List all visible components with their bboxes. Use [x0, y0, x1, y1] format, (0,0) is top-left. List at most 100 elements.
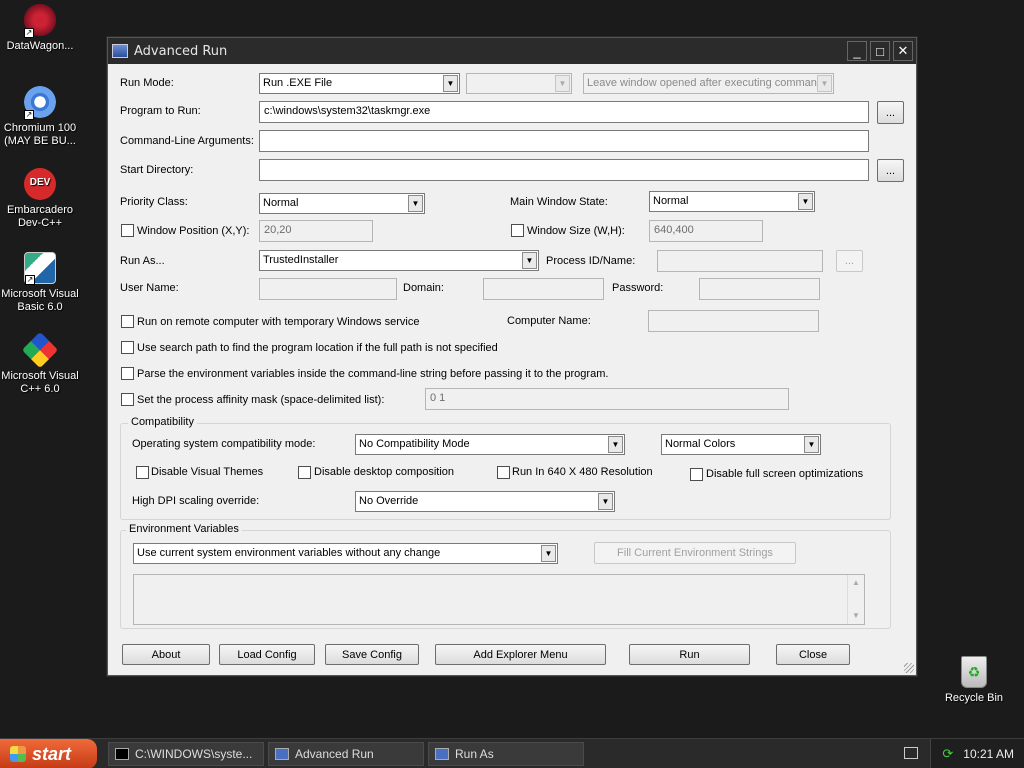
procid-input	[657, 250, 823, 272]
mainwin-label: Main Window State:	[510, 196, 608, 208]
remote-checkbox[interactable]	[121, 315, 134, 328]
disable-fullscreen-checkbox[interactable]	[690, 468, 703, 481]
run-mode-option-select: ▼	[466, 73, 572, 94]
desktop-icon-label: Microsoft Visual Basic 6.0	[1, 288, 79, 313]
priority-label: Priority Class:	[120, 196, 188, 208]
winpos-checkbox[interactable]	[121, 224, 134, 237]
maximize-button[interactable]: □	[870, 41, 890, 61]
close-button[interactable]: Close	[776, 644, 850, 665]
load-config-button[interactable]: Load Config	[219, 644, 315, 665]
title-bar[interactable]: Advanced Run _ □ ✕	[108, 38, 916, 64]
search-path-label: Use search path to find the program loca…	[137, 342, 498, 354]
desktop-icon-label: Recycle Bin	[944, 692, 1004, 704]
env-scrollbar: ▲ ▼	[847, 575, 864, 624]
start-button[interactable]: start	[0, 739, 97, 768]
password-label: Password:	[612, 282, 664, 294]
browse-startdir-button[interactable]: ...	[877, 159, 904, 182]
compatibility-title: Compatibility	[128, 416, 197, 428]
cmdline-input[interactable]	[259, 130, 869, 152]
os-mode-value: No Compatibility Mode	[359, 438, 470, 450]
resize-grip-icon[interactable]	[904, 663, 914, 673]
save-config-button[interactable]: Save Config	[325, 644, 419, 665]
network-icon[interactable]: ⟳	[942, 746, 953, 762]
winpos-label: Window Position (X,Y):	[137, 225, 250, 237]
desktop-icon-recycle-bin[interactable]: ♻ Recycle Bin	[934, 656, 1014, 705]
clock[interactable]: 10:21 AM	[963, 747, 1014, 761]
computer-name-label: Computer Name:	[507, 315, 591, 327]
desktop-icon-label: Chromium 100 (MAY BE BU...	[3, 122, 77, 147]
chevron-down-icon: ▼	[598, 493, 613, 510]
add-explorer-menu-button[interactable]: Add Explorer Menu	[435, 644, 606, 665]
username-input	[259, 278, 397, 300]
dpi-select[interactable]: No Override ▼	[355, 491, 615, 512]
mainwin-select[interactable]: Normal ▼	[649, 191, 815, 212]
task-advanced-run[interactable]: Advanced Run	[268, 742, 424, 766]
priority-select[interactable]: Normal ▼	[259, 193, 425, 214]
chevron-down-icon: ▼	[408, 195, 423, 212]
devcpp-icon: DEV	[24, 168, 56, 200]
affinity-checkbox[interactable]	[121, 393, 134, 406]
disable-themes-checkbox[interactable]	[136, 466, 149, 479]
browse-program-button[interactable]: ...	[877, 101, 904, 124]
chevron-down-icon: ▼	[522, 252, 537, 269]
desktop-icon-label: Microsoft Visual C++ 6.0	[1, 370, 79, 395]
winsize-label: Window Size (W,H):	[527, 225, 625, 237]
disable-desktop-checkbox[interactable]	[298, 466, 311, 479]
close-window-button[interactable]: ✕	[893, 41, 913, 61]
fill-env-button: Fill Current Environment Strings	[594, 542, 796, 564]
chevron-down-icon: ▼	[798, 193, 813, 210]
datawagon-icon: ↗	[24, 4, 56, 38]
desktop-icon-devcpp[interactable]: DEV Embarcadero Dev-C++	[0, 168, 80, 230]
chevron-down-icon: ▼	[541, 545, 556, 562]
recycle-bin-icon: ♻	[961, 656, 987, 688]
run-mode-value: Run .EXE File	[263, 77, 333, 89]
environment-title: Environment Variables	[126, 523, 242, 535]
program-input[interactable]: c:\windows\system32\taskmgr.exe	[259, 101, 869, 123]
scroll-down-icon: ▼	[852, 611, 860, 620]
disable-themes-label: Disable Visual Themes	[151, 466, 264, 478]
search-path-checkbox[interactable]	[121, 341, 134, 354]
minimize-button[interactable]: _	[847, 41, 867, 61]
keyboard-icon[interactable]	[904, 747, 918, 759]
advanced-run-icon	[275, 748, 289, 760]
task-run-as[interactable]: Run As	[428, 742, 584, 766]
start-label: start	[32, 743, 72, 764]
colors-select[interactable]: Normal Colors ▼	[661, 434, 821, 455]
winpos-input: 20,20	[259, 220, 373, 242]
desktop-icon-vc6[interactable]: Microsoft Visual C++ 6.0	[0, 331, 80, 396]
task-cmd[interactable]: C:\WINDOWS\syste...	[108, 742, 264, 766]
computer-name-input	[648, 310, 819, 332]
run-button[interactable]: Run	[629, 644, 750, 665]
desktop-icon-vb6[interactable]: ↗ Microsoft Visual Basic 6.0	[0, 252, 80, 314]
affinity-label: Set the process affinity mask (space-del…	[137, 394, 385, 406]
disable-desktop-label: Disable desktop composition	[314, 466, 455, 478]
chevron-down-icon: ▼	[608, 436, 623, 453]
desktop-icon-chromium[interactable]: ↗ Chromium 100 (MAY BE BU...	[0, 86, 80, 148]
desktop-icon-datawagon[interactable]: ↗ DataWagon...	[0, 4, 80, 53]
task-label: Run As	[455, 747, 494, 761]
run-mode-select[interactable]: Run .EXE File ▼	[259, 73, 460, 94]
os-mode-label: Operating system compatibility mode:	[132, 438, 316, 450]
app-icon	[112, 44, 128, 58]
dpi-label: High DPI scaling override:	[132, 495, 260, 507]
domain-input	[483, 278, 604, 300]
run-as-icon	[435, 748, 449, 760]
startdir-input[interactable]	[259, 159, 869, 181]
run-mode-label: Run Mode:	[120, 77, 174, 89]
cmdline-label: Command-Line Arguments:	[120, 135, 254, 147]
about-button[interactable]: About	[122, 644, 210, 665]
colors-value: Normal Colors	[665, 438, 736, 450]
env-mode-select[interactable]: Use current system environment variables…	[133, 543, 558, 564]
runas-select[interactable]: TrustedInstaller ▼	[259, 250, 539, 271]
run-640-checkbox[interactable]	[497, 466, 510, 479]
desktop-icon-label: Embarcadero Dev-C++	[6, 204, 74, 229]
winsize-checkbox[interactable]	[511, 224, 524, 237]
runas-value: TrustedInstaller	[263, 254, 339, 266]
os-mode-select[interactable]: No Compatibility Mode ▼	[355, 434, 625, 455]
run-640-label: Run In 640 X 480 Resolution	[512, 466, 653, 478]
parse-env-checkbox[interactable]	[121, 367, 134, 380]
parse-env-label: Parse the environment variables inside t…	[137, 368, 609, 380]
chromium-icon: ↗	[24, 86, 56, 120]
dpi-value: No Override	[359, 495, 419, 507]
username-label: User Name:	[120, 282, 179, 294]
